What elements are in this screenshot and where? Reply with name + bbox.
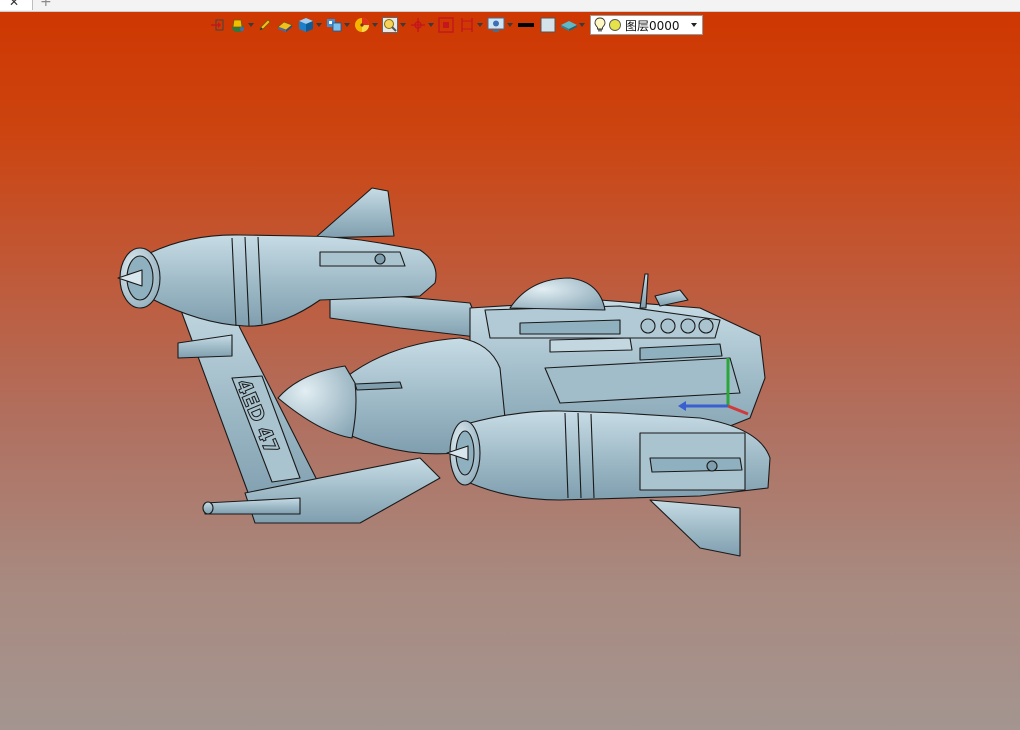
chevron-down-icon[interactable] — [428, 23, 434, 27]
paint-bucket-dropdown[interactable] — [229, 14, 254, 36]
cube-icon — [299, 18, 313, 32]
view-toolbar: 图层0000 — [210, 13, 703, 37]
dimension-dropdown[interactable] — [458, 14, 483, 36]
insert-point-icon — [211, 19, 224, 31]
lower-fin — [649, 499, 741, 557]
chevron-down-icon[interactable] — [316, 23, 322, 27]
fill-color-swatch — [540, 17, 556, 33]
chevron-down-icon[interactable] — [372, 23, 378, 27]
eraser-icon — [277, 21, 293, 32]
paint-bucket-icon — [232, 19, 244, 32]
snapshot-button[interactable] — [437, 14, 455, 36]
dimension-icon — [461, 18, 473, 32]
chevron-down-icon[interactable] — [248, 23, 254, 27]
layer-color-dot-icon — [609, 19, 621, 31]
top-fin — [314, 187, 395, 239]
origin-axis-icon — [411, 18, 425, 32]
layer-manager-dropdown[interactable] — [560, 14, 585, 36]
document-tab-strip: ✕ + — [0, 0, 1020, 12]
document-tab[interactable]: ✕ — [0, 0, 33, 10]
chevron-down-icon[interactable] — [400, 23, 406, 27]
view-cube-dropdown[interactable] — [325, 14, 350, 36]
insert-point-button[interactable] — [210, 14, 226, 36]
line-color-swatch — [518, 23, 534, 27]
spaceship-model: 4ED 47 — [117, 187, 771, 557]
chevron-down-icon[interactable] — [344, 23, 350, 27]
origin-axis-dropdown[interactable] — [409, 14, 434, 36]
cube-dropdown[interactable] — [297, 14, 322, 36]
display-settings-icon — [487, 17, 505, 32]
layer-select[interactable]: 图层0000 — [590, 15, 703, 35]
view-cube-icon — [327, 19, 342, 32]
eraser-button[interactable] — [276, 14, 294, 36]
color-wheel-icon — [355, 18, 369, 32]
antenna — [639, 273, 649, 309]
lower-cannon — [204, 497, 301, 515]
layer-icon — [561, 21, 577, 31]
line-color-button[interactable] — [516, 14, 536, 36]
cad-application-window: ✕ + 图层0000 4ED 47 — [0, 0, 1020, 730]
close-tab-icon[interactable]: ✕ — [9, 0, 19, 8]
snapshot-icon — [438, 17, 454, 33]
fill-color-button[interactable] — [539, 14, 557, 36]
cockpit-dome — [509, 277, 606, 311]
new-tab-icon[interactable]: + — [40, 0, 52, 9]
3d-viewport[interactable]: 4ED 47 — [0, 38, 1020, 730]
chevron-down-icon[interactable] — [691, 23, 697, 27]
chevron-down-icon[interactable] — [579, 23, 585, 27]
pencil-button[interactable] — [257, 14, 273, 36]
pencil-icon — [259, 19, 271, 31]
color-wheel-dropdown[interactable] — [353, 14, 378, 36]
chevron-down-icon[interactable] — [507, 23, 513, 27]
lightbulb-icon[interactable] — [594, 17, 606, 33]
zoom-view-icon — [382, 17, 398, 33]
chevron-down-icon[interactable] — [477, 23, 483, 27]
display-settings-dropdown[interactable] — [486, 14, 513, 36]
zoom-view-dropdown[interactable] — [381, 14, 406, 36]
layer-select-value: 图层0000 — [625, 18, 680, 33]
left-cannon — [177, 334, 233, 359]
